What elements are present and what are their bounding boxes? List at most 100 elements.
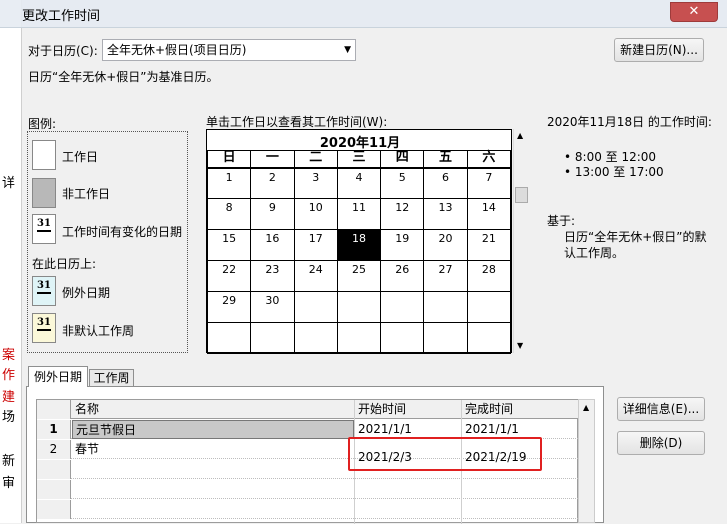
legend-label: 工作时间有变化的日期 [62,225,183,239]
highlight-annotation [348,437,542,471]
changed-day-swatch: 31 [32,214,56,244]
calendar-day[interactable]: 16 [250,229,295,261]
calendar-day[interactable]: 1 [206,167,252,199]
calendar-day[interactable]: 27 [423,260,468,292]
calendar-select[interactable]: 全年无休+假日(项目日历) ▼ [102,39,356,61]
calendar-day[interactable]: 19 [380,229,425,261]
bg-text: 案 [2,348,16,363]
bg-text: 场 [2,410,16,425]
calendar-day[interactable]: 29 [206,291,252,323]
calendar-day[interactable]: 23 [250,260,295,292]
calendar-day[interactable] [293,291,338,323]
calendar-day[interactable] [466,322,512,354]
calendar-day[interactable]: 4 [336,167,382,199]
column-header-end[interactable]: 完成时间 [462,400,576,419]
weekday-header: 三 [336,150,382,169]
calendar-day[interactable]: 26 [380,260,425,292]
calendar-day[interactable]: 25 [336,260,382,292]
row-number[interactable] [37,500,71,519]
row-number[interactable] [37,460,71,479]
table-row[interactable] [37,500,578,519]
month-title: 2020年11月 [319,136,401,151]
legend-label: 非工作日 [62,187,111,201]
calendar-day[interactable]: 12 [380,198,425,230]
calendar-day[interactable]: 15 [206,229,252,261]
calendar-day[interactable] [423,322,468,354]
new-calendar-button[interactable]: 新建日历(N)... [614,38,704,62]
calendar-day[interactable]: 28 [466,260,512,292]
row-number[interactable]: 1 [37,420,71,439]
calendar-day[interactable]: 7 [466,167,512,199]
based-on-label: 基于: [547,214,576,228]
calendar-day[interactable]: 24 [293,260,338,292]
swatch-number: 31 [37,317,51,331]
calendar-day[interactable]: 13 [423,198,468,230]
calendar-day[interactable]: 8 [206,198,252,230]
calendar-day[interactable]: 21 [466,229,512,261]
calendar-for-label: 对于日历(C): [28,44,98,58]
calendar-day[interactable]: 11 [336,198,382,230]
table-row[interactable] [37,480,578,499]
weekday-header: 一 [250,150,295,169]
chevron-down-icon: ▼ [344,45,351,55]
calendar-instruction: 单击工作日以查看其工作时间(W): [206,115,388,129]
swatch-number: 31 [37,218,51,232]
column-header-start[interactable]: 开始时间 [355,400,461,419]
scroll-up-icon[interactable]: ▲ [583,403,589,412]
calendar-day[interactable]: 2 [250,167,295,199]
weekday-header: 六 [466,150,512,169]
on-this-calendar-label: 在此日历上: [32,257,97,271]
scroll-down-icon[interactable]: ▼ [517,341,523,350]
bg-text: 建 [2,390,16,405]
delete-button[interactable]: 删除(D) [617,431,705,455]
close-button[interactable]: ✕ [670,2,718,22]
calendar-day[interactable]: 9 [250,198,295,230]
calendar-day[interactable]: 5 [380,167,425,199]
nondefault-week-swatch: 31 [32,313,56,343]
calendar-day[interactable] [423,291,468,323]
month-calendar: 2020年11月 日 一 二 三 四 五 六 1 2 3 4 5 6 7 8 9… [206,129,512,354]
weekday-header: 二 [293,150,338,169]
calendar-day[interactable] [380,291,425,323]
legend-label: 例外日期 [62,286,111,300]
calendar-day[interactable]: 10 [293,198,338,230]
calendar-day[interactable] [206,322,252,354]
bg-text: 详 [2,176,16,191]
calendar-day-selected[interactable]: 18 [336,229,382,261]
cell-name[interactable]: 元旦节假日 [72,420,354,439]
calendar-day[interactable]: 30 [250,291,295,323]
calendar-day[interactable] [466,291,512,323]
details-button[interactable]: 详细信息(E)... [617,397,705,421]
tab-work-weeks[interactable]: 工作周 [89,369,134,387]
tab-exceptions[interactable]: 例外日期 [28,366,88,387]
calendar-day[interactable]: 17 [293,229,338,261]
calendar-day[interactable] [293,322,338,354]
row-number[interactable] [37,480,71,499]
work-time-header: 2020年11月18日 的工作时间: [547,115,712,129]
calendar-day[interactable]: 6 [423,167,468,199]
column-header-name[interactable]: 名称 [72,400,354,419]
nonworkday-swatch [32,178,56,208]
window-title: 更改工作时间 [22,9,101,24]
swatch-number: 31 [37,280,51,294]
title-bar [0,0,727,28]
calendar-day[interactable]: 22 [206,260,252,292]
legend-title: 图例: [28,117,57,131]
calendar-day[interactable] [380,322,425,354]
row-number[interactable]: 2 [37,440,71,459]
table-header-row: 名称 开始时间 完成时间 [37,400,578,419]
calendar-day[interactable] [336,322,382,354]
calendar-grid: 日 一 二 三 四 五 六 1 2 3 4 5 6 7 8 9 10 11 12… [206,150,512,354]
table-scrollbar[interactable]: ▲ [578,399,595,523]
calendar-day[interactable]: 3 [293,167,338,199]
exception-day-swatch: 31 [32,276,56,306]
calendar-day[interactable]: 14 [466,198,512,230]
scroll-thumb[interactable] [515,187,528,203]
scroll-up-icon[interactable]: ▲ [517,131,523,140]
calendar-day[interactable] [336,291,382,323]
calendar-scrollbar[interactable]: ▲ ▼ [513,129,529,353]
calendar-day[interactable] [250,322,295,354]
calendar-day[interactable]: 20 [423,229,468,261]
row-number-header [37,400,71,419]
cell-name[interactable]: 春节 [72,440,354,459]
